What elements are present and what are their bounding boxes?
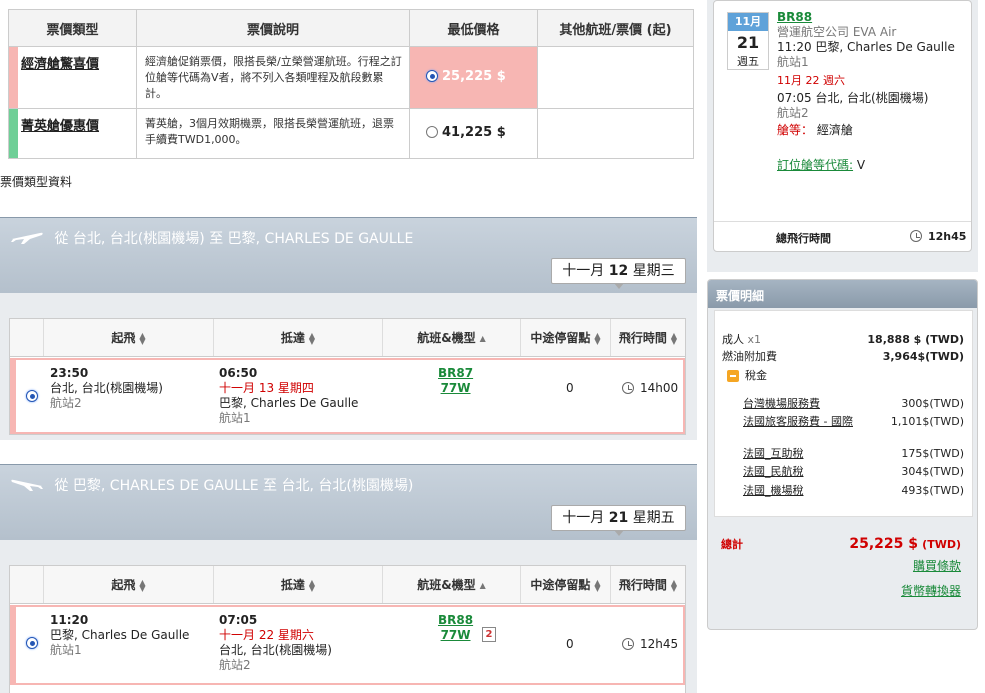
price-cell-elite[interactable]: 41,225 $ — [409, 108, 538, 159]
fare-name-economy[interactable]: 經濟艙驚喜價 — [8, 46, 137, 109]
price-detail-title: 票價明細 — [708, 280, 977, 308]
inbound-header: 從 巴黎, CHARLES DE GAULLE 至 台北, 台北(桃園機場) 十… — [0, 464, 697, 540]
inbound-table-header: 起飛 ▲ ▼ 抵達 ▲ ▼ 航班&機型 ▲ 中途停留點 ▲ ▼ 飛行時間 ▲ ▼ — [10, 566, 685, 604]
outbound-header: 從 台北, 台北(桃園機場) 至 巴黎, CHARLES DE GAULLE 十… — [0, 217, 697, 293]
calendar-icon: 11月 21 週五 — [727, 12, 769, 70]
total-label: 總計 — [721, 538, 743, 551]
plane-icon — [11, 479, 44, 491]
tax-name-link[interactable]: 法國_機場稅 — [743, 484, 804, 498]
sort-flight[interactable]: 航班&機型 ▲ — [383, 319, 521, 356]
outbound-arrive: 06:50 十一月 13 星期四 巴黎, Charles De Gaulle 航… — [219, 366, 359, 425]
fare-type-table: 票價類型 票價說明 最低價格 其他航班/票價 (起) 經濟艙驚喜價 經濟艙促銷票… — [8, 9, 694, 159]
header-other-flights: 其他航班/票價 (起) — [537, 9, 694, 47]
tax-name-link[interactable]: 台灣機場服務費 — [743, 397, 820, 411]
inbound-body: 起飛 ▲ ▼ 抵達 ▲ ▼ 航班&機型 ▲ 中途停留點 ▲ ▼ 飛行時間 ▲ ▼ 11:20 巴黎… — [0, 540, 697, 693]
tax-name-link[interactable]: 法國_民航稅 — [743, 465, 804, 479]
outbound-table-header: 起飛 ▲ ▼ 抵達 ▲ ▼ 航班&機型 ▲ 中途停留點 ▲ ▼ 飛行時間 ▲ ▼ — [10, 319, 685, 357]
sort-depart[interactable]: 起飛 ▲ ▼ — [44, 566, 214, 603]
inbound-title: 從 巴黎, CHARLES DE GAULLE 至 台北, 台北(桃園機場) — [10, 475, 413, 495]
total-price: 25,225 $ (TWD) — [849, 536, 961, 552]
inbound-flight-table: 起飛 ▲ ▼ 抵達 ▲ ▼ 航班&機型 ▲ 中途停留點 ▲ ▼ 飛行時間 ▲ ▼ 11:20 巴黎… — [9, 565, 686, 693]
outbound-title: 從 台北, 台北(桃園機場) 至 巴黎, CHARLES DE GAULLE — [10, 228, 413, 248]
fare-row-elite: 菁英艙優惠價 菁英艙，3個月效期機票，限搭長榮營運航班，退票手續費TWD1,00… — [8, 108, 694, 159]
clock-icon — [910, 230, 922, 242]
tax-name-link[interactable]: 法國旅客服務費 - 國際 — [743, 415, 861, 429]
inbound-date-selector[interactable]: 十一月 21 星期五 — [551, 505, 686, 536]
clock-icon — [622, 382, 634, 394]
outbound-flight-table: 起飛 ▲ ▼ 抵達 ▲ ▼ 航班&機型 ▲ 中途停留點 ▲ ▼ 飛行時間 ▲ ▼ 23:50 台北… — [9, 318, 686, 435]
collapse-icon[interactable] — [727, 370, 739, 382]
price-detail-panel: 票價明細 成人 x1 18,888 $ (TWD) 燃油附加費 3,964$(T… — [707, 279, 978, 630]
fare-name-elite[interactable]: 菁英艙優惠價 — [8, 108, 137, 159]
inbound-depart: 11:20 巴黎, Charles De Gaulle 航站1 — [50, 613, 190, 657]
sort-depart[interactable]: 起飛 ▲ ▼ — [44, 319, 214, 356]
inbound-flight-radio[interactable] — [26, 637, 38, 649]
header-lowest-price: 最低價格 — [409, 9, 538, 47]
booking-class-link[interactable]: 訂位艙等代碼: — [777, 158, 853, 172]
clock-icon — [622, 638, 634, 650]
radio-economy[interactable] — [426, 70, 438, 82]
outbound-date-selector[interactable]: 十一月 12 星期三 — [551, 258, 686, 289]
purchase-terms-link[interactable]: 購買條款 — [913, 557, 961, 574]
fare-desc-economy: 經濟艙促銷票價，限搭長榮/立榮營運航班。行程之訂位艙等代碼為V者，將不列入各類哩… — [136, 46, 410, 109]
outbound-stops: 0 — [566, 381, 574, 395]
currency-converter-link[interactable]: 貨幣轉換器 — [901, 582, 961, 599]
sort-stops[interactable]: 中途停留點 ▲ ▼ — [521, 319, 611, 356]
total-flight-time: 總飛行時間 12h45 — [714, 221, 971, 251]
inbound-stops: 0 — [566, 637, 574, 651]
inbound-flight-info[interactable]: BR88 77W — [438, 613, 473, 643]
price-breakdown: 成人 x1 18,888 $ (TWD) 燃油附加費 3,964$(TWD) 稅… — [714, 310, 973, 517]
inbound-duration: 12h45 — [622, 637, 678, 652]
sort-stops[interactable]: 中途停留點 ▲ ▼ — [521, 566, 611, 603]
outbound-flight-row[interactable]: 23:50 台北, 台北(桃園機場) 航站2 06:50 十一月 13 星期四 … — [10, 358, 685, 434]
tax-name-link[interactable]: 法國_互助稅 — [743, 447, 804, 461]
other-flights-economy — [537, 46, 694, 109]
sort-arrive[interactable]: 抵達 ▲ ▼ — [214, 566, 383, 603]
outbound-flight-radio[interactable] — [26, 390, 38, 402]
inbound-arrive: 07:05 十一月 22 星期六 台北, 台北(桃園機場) 航站2 — [219, 613, 332, 672]
fare-type-footnote: 票價類型資料 — [0, 175, 73, 189]
flight-detail-card: 11月 21 週五 BR88 營運航空公司 EVA Air 11:20 巴黎, … — [713, 0, 972, 252]
other-flights-elite — [537, 108, 694, 159]
price-cell-economy[interactable]: 25,225 $ — [409, 46, 538, 109]
inbound-flight-row[interactable]: 11:20 巴黎, Charles De Gaulle 航站1 07:05 十一… — [10, 605, 685, 685]
outbound-flight-info[interactable]: BR87 77W — [438, 366, 473, 396]
menu-badge-icon[interactable]: 2 — [482, 627, 496, 642]
outbound-depart: 23:50 台北, 台北(桃園機場) 航站2 — [50, 366, 163, 410]
fare-row-economy: 經濟艙驚喜價 經濟艙促銷票價，限搭長榮/立榮營運航班。行程之訂位艙等代碼為V者，… — [8, 46, 694, 109]
header-fare-type: 票價類型 — [8, 9, 137, 47]
flight-number-link[interactable]: BR88 — [777, 10, 967, 25]
fare-desc-elite: 菁英艙，3個月效期機票，限搭長榮營運航班，退票手續費TWD1,000。 — [136, 108, 410, 159]
sort-duration[interactable]: 飛行時間 ▲ ▼ — [611, 319, 685, 356]
flight-detail-container: 11月 21 週五 BR88 營運航空公司 EVA Air 11:20 巴黎, … — [707, 0, 978, 272]
plane-icon — [11, 232, 43, 244]
outbound-body: 起飛 ▲ ▼ 抵達 ▲ ▼ 航班&機型 ▲ 中途停留點 ▲ ▼ 飛行時間 ▲ ▼ 23:50 台北… — [0, 293, 697, 440]
sort-duration[interactable]: 飛行時間 ▲ ▼ — [611, 566, 685, 603]
header-fare-desc: 票價說明 — [136, 9, 410, 47]
sort-arrive[interactable]: 抵達 ▲ ▼ — [214, 319, 383, 356]
flight-detail-info: BR88 營運航空公司 EVA Air 11:20 巴黎, Charles De… — [777, 10, 967, 173]
radio-elite[interactable] — [426, 126, 438, 138]
sort-flight[interactable]: 航班&機型 ▲ — [383, 566, 521, 603]
outbound-duration: 14h00 — [622, 381, 678, 396]
